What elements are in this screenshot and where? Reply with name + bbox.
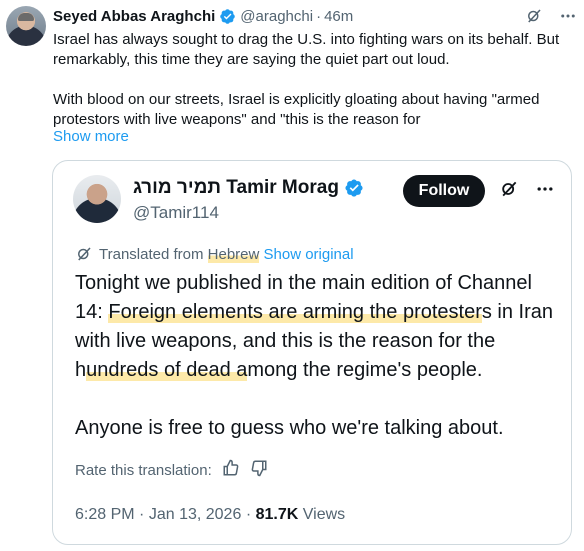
tweet: Seyed Abbas Araghchi @araghchi · 46m Isr… <box>0 0 584 551</box>
quoted-tweet[interactable]: תמיר מורג Tamir Morag @Tamir114 Follow T… <box>52 160 572 545</box>
highlighted-text: undreds of dead a <box>86 359 248 381</box>
tweet-actions <box>524 6 578 26</box>
tweet-time[interactable]: 46m <box>324 8 353 25</box>
verified-badge-icon <box>345 179 363 197</box>
author-name[interactable]: Seyed Abbas Araghchi <box>53 8 215 25</box>
follow-button[interactable]: Follow <box>403 175 485 207</box>
translated-language: Hebrew <box>207 245 260 263</box>
grok-icon[interactable] <box>499 179 519 199</box>
grok-icon[interactable] <box>524 6 544 26</box>
tweet-header: Seyed Abbas Araghchi @araghchi · 46m <box>53 6 353 26</box>
more-icon[interactable] <box>558 6 578 26</box>
thumbs-down-icon[interactable] <box>250 459 268 481</box>
meta-separator: · <box>245 506 252 523</box>
author-avatar[interactable] <box>6 6 46 46</box>
separator-dot: · <box>316 7 322 25</box>
tweet-paragraph-1: Israel has always sought to drag the U.S… <box>53 31 560 68</box>
views-label: Views <box>302 506 346 523</box>
quote-paragraph-2: Anyone is free to guess who we're talkin… <box>75 417 504 439</box>
quote-author-avatar[interactable] <box>73 175 121 223</box>
show-original-link[interactable]: Show original <box>264 246 354 263</box>
more-icon[interactable] <box>535 179 555 199</box>
quote-paragraph-1: Tonight we published in the main edition… <box>75 269 565 385</box>
highlighted-text: Foreign elements are arming the proteste… <box>108 301 482 323</box>
translated-from-label: Translated from <box>99 245 204 263</box>
show-more-link[interactable]: Show more <box>53 128 129 145</box>
rate-translation: Rate this translation: <box>75 459 268 481</box>
verified-badge-icon <box>220 8 236 24</box>
quote-author-handle[interactable]: @Tamir114 <box>133 203 219 223</box>
quote-body: Tonight we published in the main edition… <box>75 269 565 472</box>
tweet-body: Israel has always sought to drag the U.S… <box>53 30 578 150</box>
translate-icon <box>75 245 93 263</box>
quote-author-name[interactable]: תמיר מורג Tamir Morag <box>133 177 339 199</box>
rate-translation-label: Rate this translation: <box>75 461 212 479</box>
quote-text-part: mong the regime's people. <box>247 359 483 381</box>
quote-time[interactable]: 6:28 PM <box>75 506 135 523</box>
author-handle[interactable]: @araghchi <box>240 8 313 25</box>
tweet-paragraph-2: With blood on our streets, Israel is exp… <box>53 91 540 128</box>
quote-date[interactable]: Jan 13, 2026 <box>149 506 242 523</box>
views-count: 81.7K <box>255 506 299 523</box>
meta-separator: · <box>139 506 145 523</box>
thumbs-up-icon[interactable] <box>222 459 240 481</box>
quote-actions <box>499 179 555 199</box>
translation-notice: Translated from Hebrew Show original <box>75 245 354 263</box>
quote-author-line: תמיר מורג Tamir Morag <box>133 177 368 199</box>
quote-meta: 6:28 PM · Jan 13, 2026 · 81.7K Views <box>75 506 345 524</box>
